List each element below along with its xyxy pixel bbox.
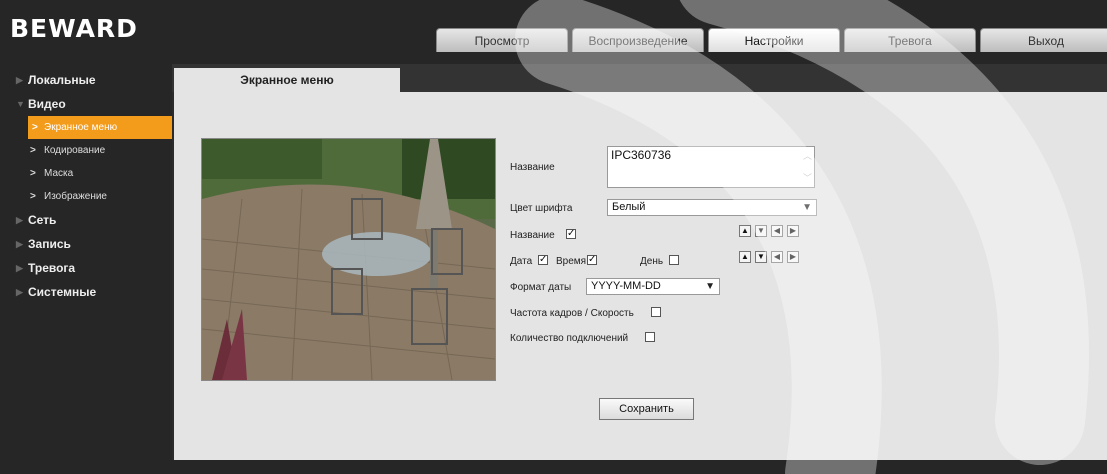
scroll-up-icon[interactable]: ︿: [803, 149, 812, 162]
time-checkbox[interactable]: ✓: [587, 255, 597, 265]
chevron-right-icon: >: [30, 168, 36, 179]
font-color-select[interactable]: Белый ▼: [607, 199, 817, 216]
date-format-select[interactable]: YYYY-MM-DD ▼: [586, 278, 720, 295]
arrow-down-icon[interactable]: ▼: [755, 225, 767, 237]
tab-playback[interactable]: Воспроизведение: [572, 28, 704, 52]
fps-checkbox[interactable]: [651, 307, 661, 317]
tab-settings[interactable]: Настройки: [708, 28, 840, 52]
arrow-left-icon[interactable]: ◀: [771, 251, 783, 263]
sidebar-item-network[interactable]: ▶ Сеть: [0, 208, 172, 232]
content-tab-bar: Экранное меню: [172, 64, 1107, 92]
arrow-right-icon[interactable]: ▶: [787, 225, 799, 237]
arrow-down-icon[interactable]: ▼: [755, 251, 767, 263]
arrow-right-icon[interactable]: ▶: [787, 251, 799, 263]
chevron-down-icon: ▼: [802, 202, 812, 213]
sidebar-item-label: Запись: [28, 237, 71, 251]
sidebar-subitem-image[interactable]: > Изображение: [0, 185, 172, 208]
day-label: День: [640, 256, 664, 267]
sidebar-item-video[interactable]: ▼ Видео: [0, 92, 172, 116]
chevron-right-icon: >: [30, 191, 36, 202]
sidebar-item-system[interactable]: ▶ Системные: [0, 280, 172, 304]
sidebar-subitem-label: Маска: [44, 168, 74, 179]
sidebar-subitem-label: Кодирование: [44, 145, 106, 156]
day-checkbox[interactable]: [669, 255, 679, 265]
sidebar-subitem-encoding[interactable]: > Кодирование: [0, 139, 172, 162]
time-label: Время: [556, 256, 587, 267]
triangle-right-icon: ▶: [16, 263, 23, 273]
chevron-right-icon: >: [32, 122, 38, 133]
connections-checkbox[interactable]: [645, 332, 655, 342]
sidebar-item-local[interactable]: ▶ Локальные: [0, 68, 172, 92]
fps-label: Частота кадров / Скорость: [510, 308, 634, 319]
font-color-label: Цвет шрифта: [510, 203, 573, 214]
sidebar-item-label: Системные: [28, 285, 97, 299]
date-format-label: Формат даты: [510, 282, 572, 293]
chevron-right-icon: >: [30, 145, 36, 156]
sidebar-subitem-osd[interactable]: > Экранное меню: [28, 116, 172, 139]
arrow-left-icon[interactable]: ◀: [771, 225, 783, 237]
sidebar-subitem-label: Изображение: [44, 191, 107, 202]
bottom-strip: [172, 460, 1107, 474]
brand-logo: BEWARD: [10, 14, 138, 43]
save-button[interactable]: Сохранить: [599, 398, 694, 420]
sidebar-item-alarm[interactable]: ▶ Тревога: [0, 256, 172, 280]
tab-view[interactable]: Просмотр: [436, 28, 568, 52]
patio-scene-image: [202, 139, 495, 380]
date-format-value: YYYY-MM-DD: [591, 280, 661, 292]
sidebar-item-label: Локальные: [28, 73, 96, 87]
scroll-down-icon[interactable]: ﹀: [803, 171, 812, 184]
sidebar-item-label: Тревога: [28, 261, 76, 275]
sidebar-item-label: Видео: [28, 97, 66, 111]
name-toggle-label: Название: [510, 230, 555, 241]
sidebar-item-label: Сеть: [28, 213, 57, 227]
triangle-right-icon: ▶: [16, 215, 23, 225]
sidebar: ▶ Локальные ▼ Видео > Экранное меню > Ко…: [0, 64, 172, 474]
name-checkbox[interactable]: ✓: [566, 229, 576, 239]
font-color-value: Белый: [612, 201, 646, 213]
date-label: Дата: [510, 256, 533, 267]
arrow-up-icon[interactable]: ▲: [739, 225, 751, 237]
sidebar-subitem-mask[interactable]: > Маска: [0, 162, 172, 185]
chevron-down-icon: ▼: [705, 281, 715, 292]
triangle-right-icon: ▶: [16, 75, 23, 85]
tab-alarm[interactable]: Тревога: [844, 28, 976, 52]
top-nav-tabs: Просмотр Воспроизведение Настройки Трево…: [436, 28, 1107, 52]
triangle-right-icon: ▶: [16, 287, 23, 297]
header-bar: BEWARD Просмотр Воспроизведение Настройк…: [0, 0, 1107, 64]
camera-preview-image: [201, 138, 496, 381]
connections-label: Количество подключений: [510, 333, 629, 344]
sidebar-subitem-label: Экранное меню: [44, 122, 118, 133]
page-title-tab[interactable]: Экранное меню: [174, 68, 400, 92]
name-input[interactable]: IPC360736: [607, 146, 815, 188]
name-label: Название: [510, 162, 555, 173]
date-checkbox[interactable]: ✓: [538, 255, 548, 265]
tab-logout[interactable]: Выход: [980, 28, 1107, 52]
sidebar-item-record[interactable]: ▶ Запись: [0, 232, 172, 256]
arrow-up-icon[interactable]: ▲: [739, 251, 751, 263]
triangle-right-icon: ▶: [16, 239, 23, 249]
triangle-down-icon: ▼: [16, 99, 25, 109]
